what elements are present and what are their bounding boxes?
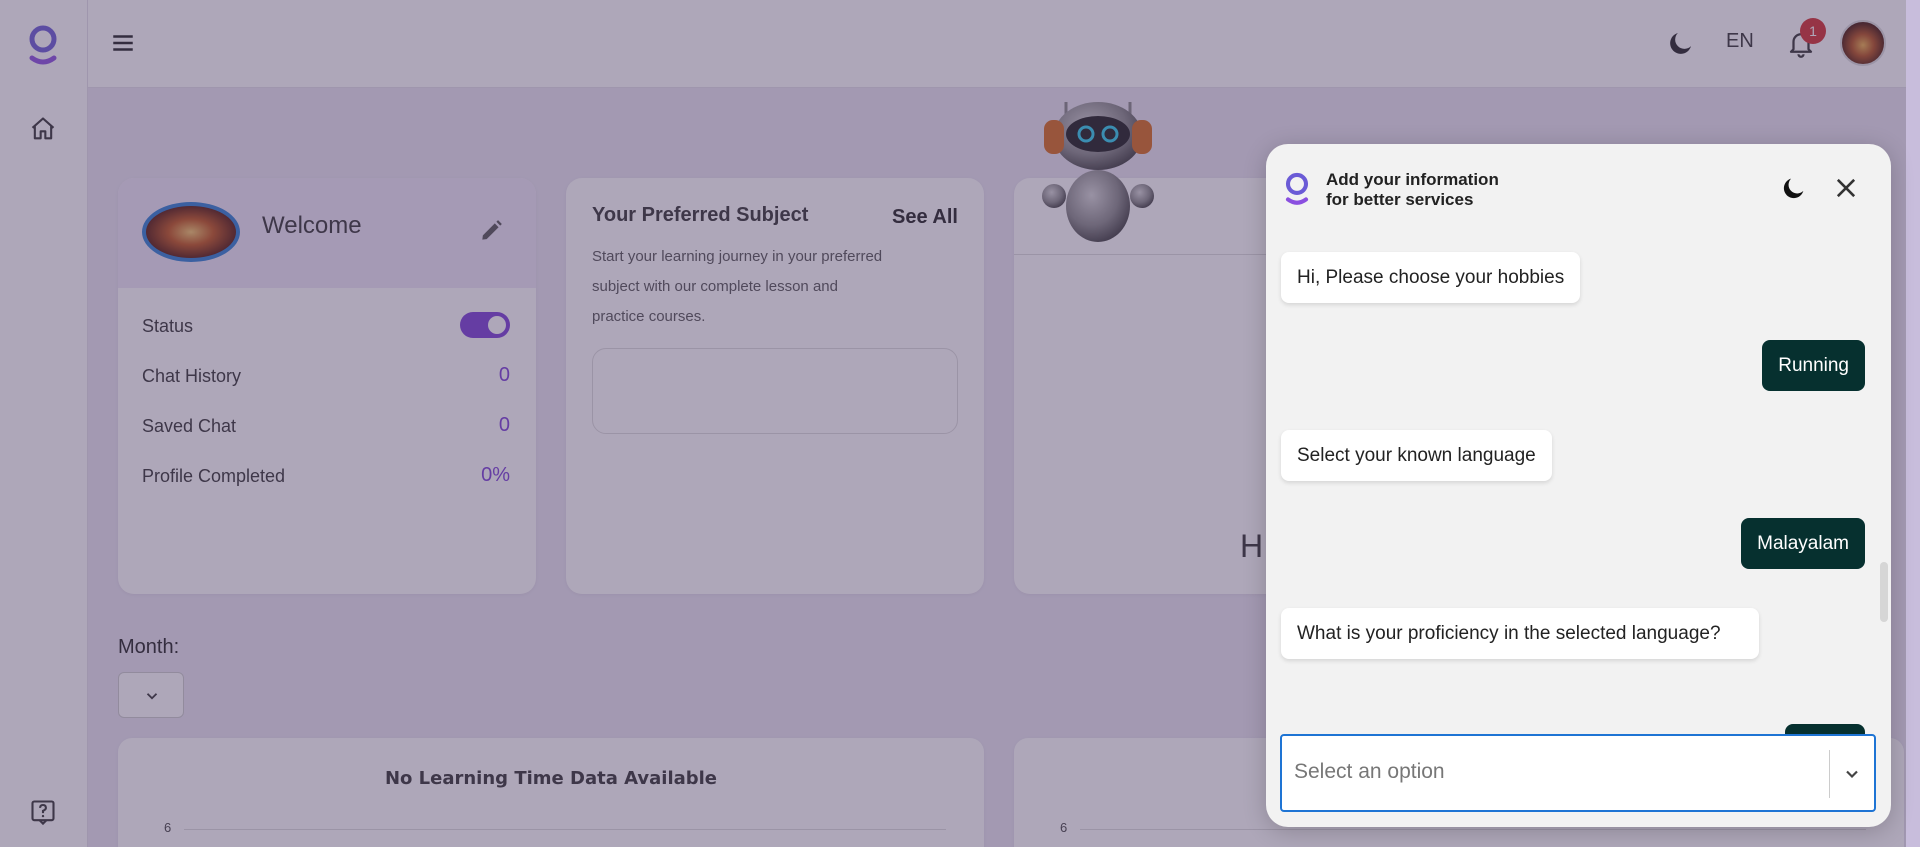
chat-title: Add your information for better services [1326, 170, 1499, 210]
bot-message: What is your proficiency in the selected… [1281, 608, 1759, 659]
chat-scrollbar[interactable] [1880, 562, 1888, 622]
chat-dark-mode-icon[interactable] [1780, 174, 1808, 202]
page-scrollbar[interactable] [1906, 0, 1920, 847]
user-message: Malayalam [1741, 518, 1865, 569]
bot-message: Select your known language [1281, 430, 1552, 481]
chevron-down-icon [1846, 770, 1858, 779]
option-select-placeholder: Select an option [1294, 760, 1445, 783]
select-separator [1829, 750, 1830, 798]
chat-logo-icon [1285, 172, 1309, 205]
chat-title-line2: for better services [1326, 190, 1474, 209]
chat-panel: Add your information for better services… [1266, 144, 1891, 827]
chat-title-line1: Add your information [1326, 170, 1499, 189]
user-message: Running [1762, 340, 1865, 391]
option-select[interactable]: Select an option [1280, 734, 1876, 812]
bot-message: Hi, Please choose your hobbies [1281, 252, 1581, 303]
close-icon[interactable] [1832, 174, 1860, 202]
